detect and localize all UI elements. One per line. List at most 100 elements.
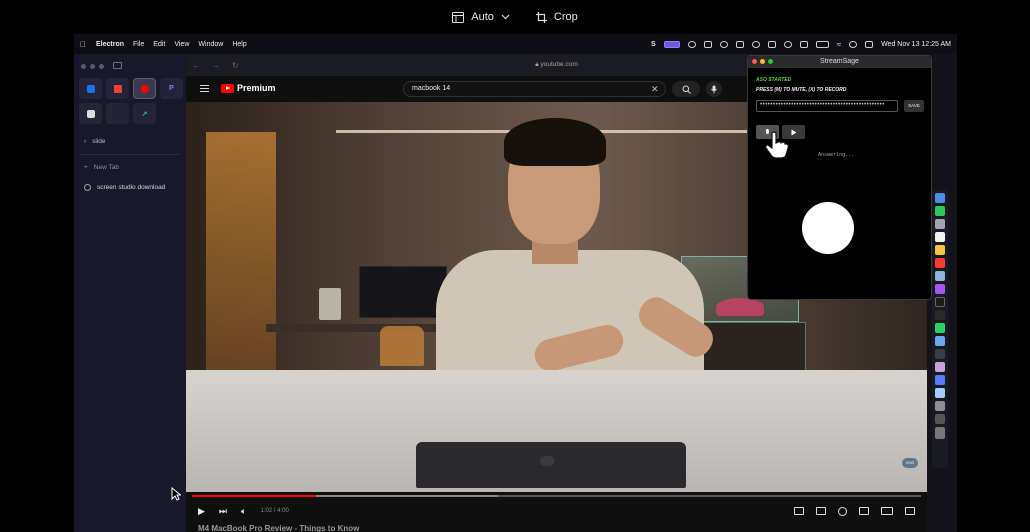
layout-button[interactable]: Auto: [452, 11, 510, 23]
sidebar-tab-item[interactable]: screen studio download: [84, 184, 165, 191]
menu-file[interactable]: File: [133, 41, 144, 48]
volume-icon[interactable]: 🔈︎: [241, 506, 246, 517]
url-text: youtube.com: [540, 61, 578, 68]
streamsage-zoom-button[interactable]: [768, 59, 773, 64]
streamsage-instructions: PRESS (M) TO MUTE, (X) TO RECORD: [756, 87, 847, 93]
safari-icon[interactable]: [935, 388, 945, 398]
timer-icon[interactable]: [751, 40, 760, 48]
next-icon[interactable]: ⏭︎: [219, 506, 227, 517]
perplexity-icon: P: [169, 85, 174, 92]
sidebar-folder[interactable]: › slide: [84, 138, 106, 145]
screen-record-icon[interactable]: [663, 40, 680, 48]
tab-label: screen studio download: [97, 184, 166, 191]
car-icon[interactable]: [799, 40, 808, 48]
maps-icon[interactable]: [935, 271, 945, 281]
terminal-icon[interactable]: [935, 310, 945, 320]
calendar-icon[interactable]: [935, 232, 945, 242]
streamsage-minimize-button[interactable]: [760, 59, 765, 64]
photos-icon[interactable]: [935, 219, 945, 229]
finder-icon[interactable]: [935, 193, 945, 203]
notes-icon[interactable]: [935, 245, 945, 255]
new-tab-label: New Tab: [93, 164, 119, 171]
voice-search-button[interactable]: [706, 81, 722, 97]
subtitles-icon[interactable]: [816, 507, 826, 515]
bulb-icon[interactable]: [719, 40, 728, 48]
sidebar-toggle-icon[interactable]: [113, 62, 122, 69]
api-key-field[interactable]: ••••••••••••••••••••••••••••••••••••••••…: [756, 100, 898, 112]
search-button[interactable]: [672, 81, 700, 97]
target-icon[interactable]: [687, 40, 696, 48]
minimize-window-button[interactable]: [90, 64, 95, 69]
search-input[interactable]: macbook 14 ✕: [403, 81, 666, 97]
gmail-icon: [113, 84, 122, 93]
chevron-down-icon: [501, 14, 510, 20]
podcasts-icon[interactable]: [935, 284, 945, 294]
video-progress-fill: [192, 495, 316, 497]
youtube-logo[interactable]: Premium: [221, 83, 276, 93]
menu-edit[interactable]: Edit: [153, 41, 165, 48]
pinned-blank[interactable]: [106, 103, 129, 124]
wifi-icon[interactable]: ≈: [837, 40, 841, 49]
utility-icon[interactable]: [935, 349, 945, 359]
clear-icon[interactable]: ✕: [651, 84, 659, 95]
apple-icon[interactable]: : [80, 40, 86, 49]
control-center-icon[interactable]: [865, 40, 874, 48]
new-tab-button[interactable]: + New Tab: [84, 164, 119, 171]
mail-icon[interactable]: [935, 336, 945, 346]
menubar-datetime[interactable]: Wed Nov 13 12:25 AM: [881, 41, 951, 48]
youtube-dock-icon[interactable]: [935, 258, 945, 268]
pinned-gmail[interactable]: [106, 78, 129, 99]
mic-status-icon[interactable]: [735, 40, 744, 48]
hat-icon[interactable]: [783, 40, 792, 48]
outlook-icon: [86, 84, 95, 93]
screen-sharing-icon[interactable]: [935, 375, 945, 385]
video-progress-bar[interactable]: [192, 495, 921, 497]
pinned-youtube[interactable]: [133, 78, 156, 99]
pinned-outlook[interactable]: [79, 78, 102, 99]
search-icon[interactable]: [849, 40, 858, 48]
s-status-icon[interactable]: S: [651, 41, 656, 48]
play-icon: [791, 129, 796, 135]
screen-recorder-editor: Auto Crop  Electron File Edit View Wind…: [0, 0, 1030, 532]
menu-window[interactable]: Window: [198, 41, 223, 48]
whatsapp-icon[interactable]: [935, 323, 945, 333]
system-app-icon[interactable]: [935, 297, 945, 307]
fullscreen-icon[interactable]: [905, 507, 915, 515]
recorded-screen:  Electron File Edit View Window Help S …: [74, 34, 957, 532]
messages-icon[interactable]: [935, 206, 945, 216]
streamsage-window: StreamSage ASO STARTED PRESS (M) TO MUTE…: [747, 55, 932, 300]
save-button[interactable]: SAVE: [904, 100, 924, 112]
folder-label: slide: [92, 138, 106, 145]
menu-view[interactable]: View: [174, 41, 189, 48]
clipboard-icon[interactable]: [703, 40, 712, 48]
app-icon[interactable]: [935, 414, 945, 424]
pinned-notion[interactable]: [79, 103, 102, 124]
pinned-perplexity[interactable]: P: [160, 78, 183, 99]
streamsage-close-button[interactable]: [752, 59, 757, 64]
play-icon[interactable]: ▶: [198, 506, 205, 517]
crop-label: Crop: [553, 11, 578, 23]
video-title[interactable]: M4 MacBook Pro Review - Things to Know: [198, 524, 359, 532]
pinned-linear[interactable]: ↗: [133, 103, 156, 124]
menu-app-name[interactable]: Electron: [96, 41, 124, 48]
trash-icon[interactable]: [935, 427, 945, 439]
menu-icon[interactable]: [200, 85, 209, 92]
close-window-button[interactable]: [81, 64, 86, 69]
autoplay-toggle-icon[interactable]: [794, 507, 804, 515]
miniplayer-icon[interactable]: [859, 507, 869, 515]
streamsage-titlebar: StreamSage: [748, 56, 931, 68]
settings-gear-icon[interactable]: [838, 506, 847, 516]
crop-button[interactable]: Crop: [535, 11, 578, 23]
video-frame-presenter-hair: [504, 118, 606, 166]
battery-icon[interactable]: [815, 40, 829, 48]
zoom-window-button[interactable]: [99, 64, 104, 69]
player-controls: ▶ ⏭︎ 🔈︎ 1:02 / 4:00: [186, 502, 927, 520]
video-frame-coral: [716, 298, 764, 316]
theater-mode-icon[interactable]: [881, 507, 893, 515]
video-frame-wall-light: [206, 132, 276, 382]
preview-icon[interactable]: [935, 362, 945, 372]
menu-help[interactable]: Help: [232, 41, 246, 48]
window-icon[interactable]: [767, 40, 776, 48]
crop-icon: [535, 11, 547, 23]
settings-icon[interactable]: [935, 401, 945, 411]
